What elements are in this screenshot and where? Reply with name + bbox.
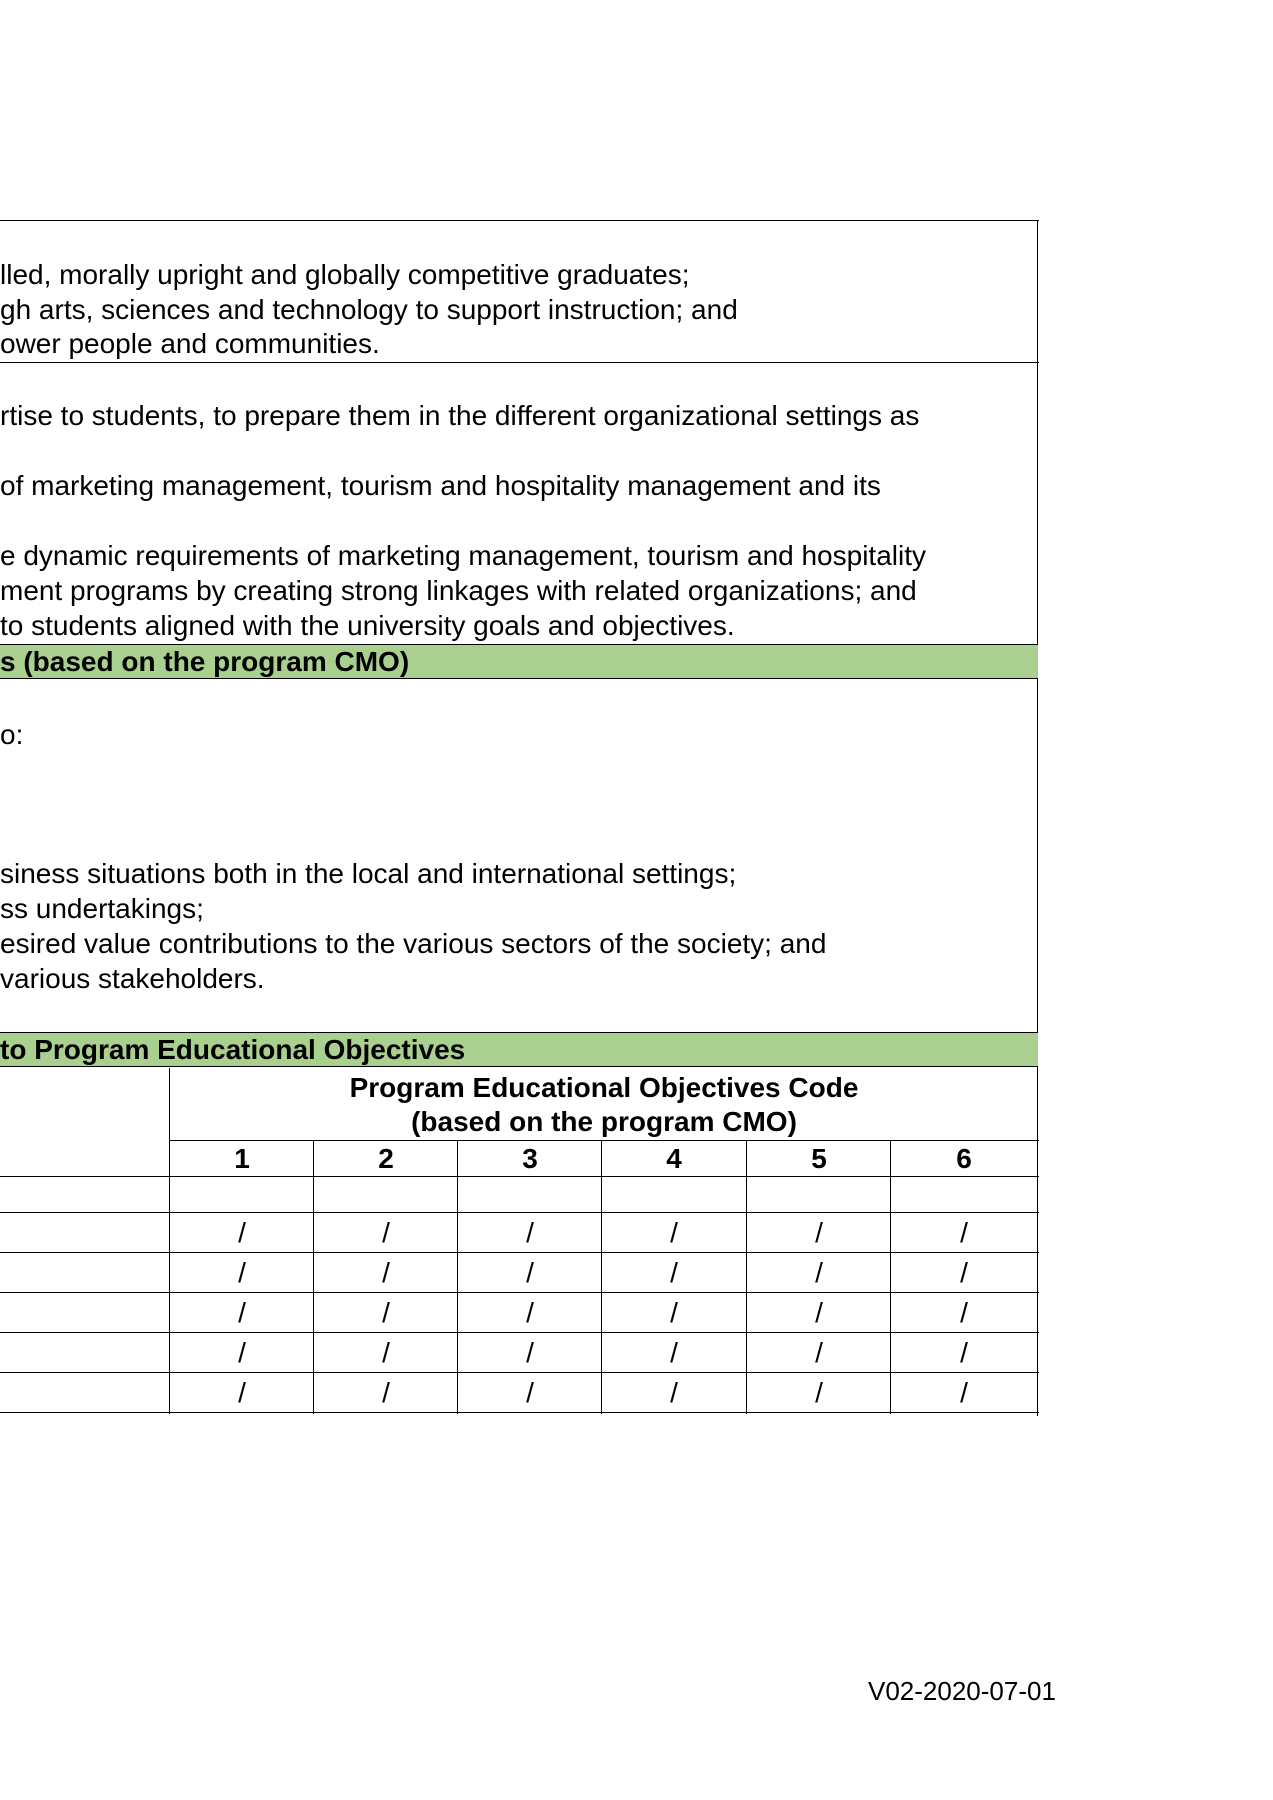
table-cell: / bbox=[382, 1257, 390, 1288]
mission-line: gh arts, sciences and technology to supp… bbox=[0, 294, 738, 325]
table-cell: / bbox=[382, 1337, 390, 1368]
table-cell: / bbox=[238, 1217, 246, 1248]
peo-intro: o: bbox=[0, 719, 24, 750]
table-cell: / bbox=[526, 1377, 534, 1408]
table-cell: / bbox=[238, 1297, 246, 1328]
table-cell: / bbox=[960, 1377, 968, 1408]
table-cell: / bbox=[238, 1337, 246, 1368]
table-cell: / bbox=[238, 1257, 246, 1288]
table-cell: / bbox=[670, 1217, 678, 1248]
objective-line: ment programs by creating strong linkage… bbox=[0, 575, 917, 606]
table-cell: / bbox=[526, 1337, 534, 1368]
column-header: 1 bbox=[234, 1143, 250, 1174]
peo-section-header: s (based on the program CMO) bbox=[0, 644, 1038, 679]
table-header-title: Program Educational Objectives Code bbox=[349, 1072, 859, 1103]
column-header: 2 bbox=[378, 1143, 394, 1174]
table-cell: / bbox=[815, 1257, 823, 1288]
table-cell: / bbox=[670, 1377, 678, 1408]
table-cell: / bbox=[670, 1297, 678, 1328]
objective-line: of marketing management, tourism and hos… bbox=[0, 470, 881, 501]
column-header: 6 bbox=[956, 1143, 972, 1174]
table-cell: / bbox=[670, 1337, 678, 1368]
frame-right-border bbox=[1037, 220, 1038, 1416]
table-cell: / bbox=[670, 1257, 678, 1288]
table-cell: / bbox=[526, 1257, 534, 1288]
table-cell: / bbox=[960, 1217, 968, 1248]
table-cell: / bbox=[382, 1297, 390, 1328]
section-divider bbox=[0, 362, 1039, 363]
peo-line: ss undertakings; bbox=[0, 893, 204, 924]
table-line bbox=[0, 1176, 1039, 1177]
peo-line: esired value contributions to the variou… bbox=[0, 928, 827, 959]
table-cell: / bbox=[815, 1337, 823, 1368]
table-header-subtitle: (based on the program CMO) bbox=[411, 1106, 797, 1137]
table-cell: / bbox=[382, 1217, 390, 1248]
column-header: 4 bbox=[666, 1143, 682, 1174]
column-header: 3 bbox=[522, 1143, 538, 1174]
table-cell: / bbox=[960, 1297, 968, 1328]
column-header: 5 bbox=[811, 1143, 827, 1174]
objective-line: rtise to students, to prepare them in th… bbox=[0, 400, 920, 431]
mapping-section-header: to Program Educational Objectives bbox=[0, 1032, 1038, 1067]
document-version-code: V02-2020-07-01 bbox=[868, 1676, 1056, 1706]
table-cell: / bbox=[382, 1377, 390, 1408]
table-cell: / bbox=[815, 1297, 823, 1328]
table-cell: / bbox=[526, 1217, 534, 1248]
mission-line: lled, morally upright and globally compe… bbox=[0, 259, 690, 290]
table-cell: / bbox=[526, 1297, 534, 1328]
frame-top-border bbox=[0, 220, 1039, 221]
table-line bbox=[0, 1412, 1039, 1413]
peo-line: siness situations both in the local and … bbox=[0, 858, 737, 889]
objective-line: to students aligned with the university … bbox=[0, 610, 735, 641]
mission-line: ower people and communities. bbox=[0, 328, 380, 359]
peo-line: various stakeholders. bbox=[0, 963, 265, 994]
table-cell: / bbox=[815, 1217, 823, 1248]
table-cell: / bbox=[960, 1337, 968, 1368]
table-cell: / bbox=[815, 1377, 823, 1408]
table-cell: / bbox=[960, 1257, 968, 1288]
objective-line: e dynamic requirements of marketing mana… bbox=[0, 540, 926, 571]
table-cell: / bbox=[238, 1377, 246, 1408]
